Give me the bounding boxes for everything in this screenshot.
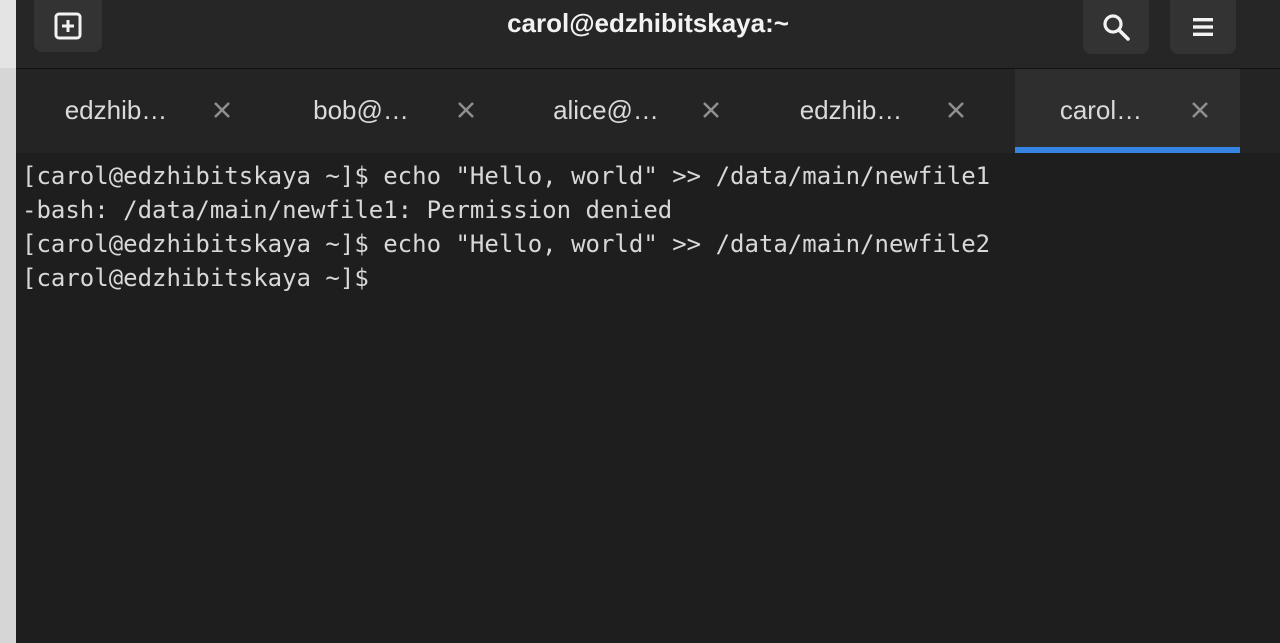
tab-5-active[interactable]: carol… — [1015, 69, 1240, 153]
tab-3[interactable]: alice@… — [506, 69, 751, 153]
background-window-edge-lower — [0, 68, 16, 643]
close-tab-icon[interactable] — [945, 99, 967, 121]
close-tab-icon[interactable] — [1189, 99, 1211, 121]
terminal-line: [carol@edzhibitskaya ~]$ echo "Hello, wo… — [22, 162, 991, 190]
terminal-window: carol@edzhibitskaya:~ edzhib… bob@… alic… — [16, 0, 1280, 643]
tab-1[interactable]: edzhib… — [16, 69, 261, 153]
terminal-output[interactable]: [carol@edzhibitskaya ~]$ echo "Hello, wo… — [16, 153, 1280, 643]
menu-button[interactable] — [1170, 0, 1236, 54]
new-tab-icon — [54, 12, 82, 40]
tab-label: edzhib… — [799, 95, 903, 125]
tab-bar: edzhib… bob@… alice@… edzhib… carol… — [16, 69, 1280, 153]
close-tab-icon[interactable] — [455, 99, 477, 121]
terminal-prompt-line: [carol@edzhibitskaya ~]$ — [22, 264, 384, 292]
close-tab-icon[interactable] — [211, 99, 233, 121]
terminal-line: -bash: /data/main/newfile1: Permission d… — [22, 196, 673, 224]
background-window-edge — [0, 0, 16, 643]
tab-label: carol… — [1059, 95, 1143, 125]
tab-4[interactable]: edzhib… — [751, 69, 996, 153]
new-tab-button[interactable] — [34, 0, 102, 52]
search-button[interactable] — [1083, 0, 1149, 54]
tab-2[interactable]: bob@… — [261, 69, 506, 153]
terminal-line: [carol@edzhibitskaya ~]$ echo "Hello, wo… — [22, 230, 991, 258]
tab-label: alice@… — [553, 95, 659, 125]
search-icon — [1103, 14, 1130, 41]
close-tab-icon[interactable] — [700, 99, 722, 121]
tab-label: bob@… — [313, 95, 409, 125]
hamburger-menu-icon — [1193, 18, 1213, 36]
header-bar: carol@edzhibitskaya:~ — [16, 0, 1280, 69]
tab-label: edzhib… — [64, 95, 168, 125]
